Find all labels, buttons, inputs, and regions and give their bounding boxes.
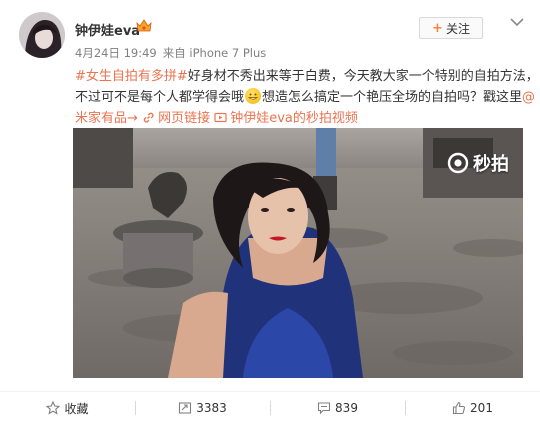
video-link-icon bbox=[214, 112, 227, 123]
miaopai-logo-icon bbox=[447, 152, 469, 174]
post-date[interactable]: 4月24日 19:49 bbox=[75, 46, 157, 60]
mention-at[interactable]: @ bbox=[522, 90, 535, 105]
follow-button[interactable]: + 关注 bbox=[419, 17, 483, 39]
source-device[interactable]: iPhone 7 Plus bbox=[189, 46, 266, 60]
video-link-label: 钟伊娃eva的秒拍视频 bbox=[230, 111, 358, 126]
avatar[interactable] bbox=[19, 12, 65, 58]
repost-button[interactable]: 3383 bbox=[135, 392, 270, 424]
content-line-2: 不过可不是每个人都学得会哦 想造怎么搞定一个艳压全场的自拍吗？戳这里@ bbox=[75, 87, 535, 108]
like-count: 201 bbox=[470, 401, 493, 415]
vip-crown-icon[interactable] bbox=[136, 19, 152, 33]
source-prefix: 来自 bbox=[162, 46, 186, 60]
mention-link[interactable]: 米家有品 bbox=[75, 111, 127, 126]
link-icon bbox=[143, 112, 154, 123]
post-content: #女生自拍有多拼#好身材不秀出来等于白费，今天教大家一个特别的自拍方法， 不过可… bbox=[75, 66, 539, 129]
content-text-1: 好身材不秀出来等于白费，今天教大家一个特别的自拍方法， bbox=[187, 69, 539, 84]
avatar-image bbox=[19, 12, 65, 58]
hashtag-link[interactable]: #女生自拍有多拼# bbox=[75, 69, 188, 84]
follow-button-label: 关注 bbox=[445, 21, 470, 36]
action-bar: 收藏 3383 839 201 bbox=[0, 391, 540, 424]
repost-icon bbox=[179, 402, 192, 414]
video-player[interactable]: 秒拍 bbox=[73, 128, 523, 378]
comment-icon bbox=[317, 402, 331, 415]
star-icon bbox=[46, 401, 61, 415]
username[interactable]: 钟伊娃eva bbox=[75, 20, 140, 39]
weibo-post: 钟伊娃eva + 关注 4月24日 19:49 来自 iPhone 7 Plus … bbox=[0, 0, 540, 424]
content-text-2: 不过可不是每个人都学得会哦 bbox=[75, 90, 245, 105]
favorite-label: 收藏 bbox=[64, 401, 89, 416]
comment-button[interactable]: 839 bbox=[270, 392, 405, 424]
repost-count: 3383 bbox=[196, 401, 227, 415]
comment-count: 839 bbox=[335, 401, 358, 415]
favorite-button[interactable]: 收藏 bbox=[0, 392, 135, 424]
emoji-grin-icon bbox=[245, 88, 262, 104]
content-line-1: #女生自拍有多拼#好身材不秀出来等于白费，今天教大家一个特别的自拍方法， bbox=[75, 66, 539, 87]
web-link-label: 网页链接 bbox=[158, 111, 211, 126]
like-button[interactable]: 201 bbox=[405, 392, 540, 424]
content-text-3: 想造怎么搞定一个艳压全场的自拍吗？戳这里 bbox=[262, 90, 523, 105]
content-line-3: 米家有品→ 网页链接 钟伊娃eva的秒拍视频 bbox=[75, 108, 527, 129]
miaopai-watermark: 秒拍 bbox=[447, 150, 509, 176]
arrow-text: → bbox=[127, 111, 138, 126]
plus-icon: + bbox=[432, 20, 443, 36]
post-meta: 4月24日 19:49 来自 iPhone 7 Plus bbox=[75, 45, 266, 61]
video-link[interactable]: 钟伊娃eva的秒拍视频 bbox=[214, 111, 358, 126]
chevron-down-icon[interactable] bbox=[509, 16, 525, 28]
watermark-text: 秒拍 bbox=[473, 154, 509, 175]
web-link[interactable]: 网页链接 bbox=[142, 111, 210, 126]
thumbs-up-icon bbox=[452, 401, 466, 415]
